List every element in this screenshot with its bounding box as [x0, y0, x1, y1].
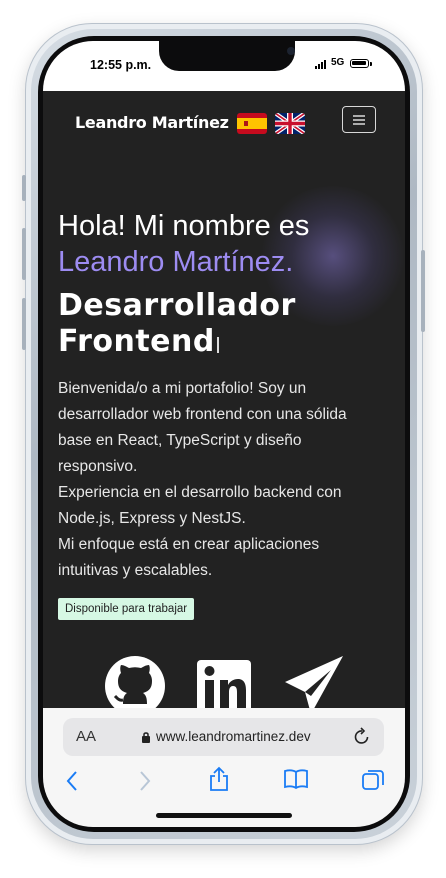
text-size-button[interactable]: AA: [76, 728, 96, 745]
address-bar[interactable]: AA www.leandromartinez.dev: [63, 718, 384, 756]
hamburger-icon: [353, 114, 365, 125]
bio: Bienvenida/o a mi portafolio! Soy un des…: [58, 376, 373, 584]
spain-flag[interactable]: [237, 113, 267, 134]
web-content: Leandro Martínez Hola! Mi nombre es Lean…: [43, 91, 405, 708]
volume-down-button: [22, 298, 26, 350]
bio-paragraph: Bienvenida/o a mi portafolio! Soy un des…: [58, 380, 347, 475]
signal-icon: [315, 60, 326, 69]
battery-icon: [350, 59, 369, 68]
bio-paragraph: Experiencia en el desarrollo backend con…: [58, 484, 342, 527]
role-line-1: Desarrollador: [58, 288, 296, 323]
linkedin-icon: [197, 660, 251, 708]
battery-tip: [370, 62, 372, 66]
status-time: 12:55 p.m.: [90, 58, 152, 72]
menu-button[interactable]: [342, 106, 376, 133]
home-indicator: [156, 813, 292, 818]
tabs-icon[interactable]: [361, 768, 385, 792]
back-icon[interactable]: [65, 770, 79, 792]
volume-up-button: [22, 228, 26, 280]
forward-icon[interactable]: [138, 770, 152, 792]
status-bar: 12:55 p.m. 5G: [43, 41, 405, 91]
role-line-2: Frontend: [58, 324, 328, 360]
network-label: 5G: [331, 57, 345, 68]
lock-icon: [142, 732, 150, 743]
bookmarks-icon[interactable]: [283, 768, 309, 790]
telegram-link[interactable]: [283, 656, 345, 708]
uk-flag[interactable]: [275, 113, 305, 134]
github-link[interactable]: [105, 656, 165, 708]
role-line-2-text: Frontend: [58, 324, 215, 359]
availability-badge: Disponible para trabajar: [58, 598, 195, 620]
power-button: [421, 250, 425, 332]
hero-role: Desarrollador Frontend: [58, 288, 328, 360]
greeting-text: Hola! Mi nombre es: [58, 210, 310, 242]
share-icon[interactable]: [208, 766, 230, 792]
brand-logo[interactable]: Leandro Martínez: [75, 113, 229, 132]
hero-name: Leandro Martínez.: [58, 246, 294, 278]
url-text[interactable]: www.leandromartinez.dev: [156, 729, 311, 744]
reload-icon[interactable]: [353, 727, 371, 747]
typing-cursor: [216, 337, 219, 353]
linkedin-link[interactable]: [197, 656, 251, 708]
browser-bar: AA www.leandromartinez.dev: [43, 708, 405, 827]
camera-icon: [287, 47, 295, 55]
phone-screen: 12:55 p.m. 5G Leandro Martínez Hola! Mi …: [43, 41, 405, 827]
notch: [159, 41, 295, 71]
text-size-label: AA: [76, 728, 97, 745]
action-button: [22, 175, 26, 201]
telegram-icon: [285, 656, 343, 708]
bio-paragraph: Mi enfoque está en crear aplicaciones in…: [58, 536, 320, 579]
github-icon: [105, 656, 165, 708]
